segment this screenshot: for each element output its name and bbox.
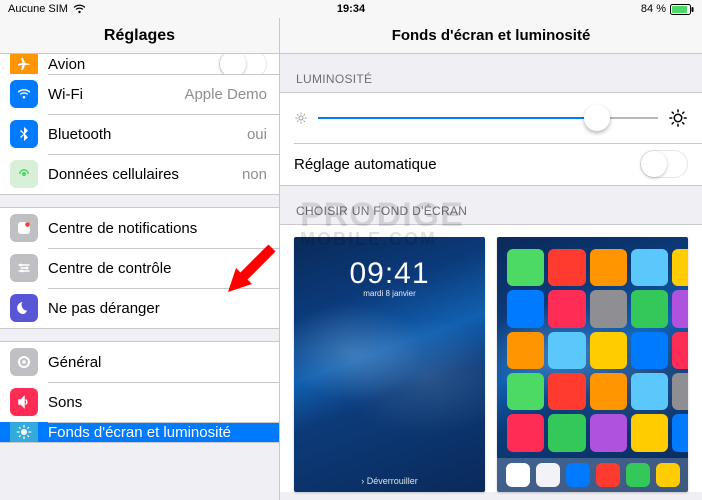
app-icon [672, 290, 688, 327]
app-icon [548, 290, 585, 327]
battery-icon [670, 4, 694, 15]
sidebar-item-dnd[interactable]: Ne pas déranger [0, 288, 279, 328]
sidebar-item-wallpaper[interactable]: Fonds d'écran et luminosité [0, 422, 279, 442]
sidebar-item-label: Avion [48, 56, 85, 73]
sidebar-item-value: oui [247, 126, 267, 143]
sidebar-item-airplane[interactable]: Avion [0, 54, 279, 74]
app-icon [590, 373, 627, 410]
wifi-icon [10, 80, 38, 108]
auto-brightness-row: Réglage automatique [280, 143, 702, 185]
airplane-toggle[interactable] [219, 54, 267, 74]
sidebar-item-label: Centre de contrôle [48, 260, 171, 277]
control-center-icon [10, 254, 38, 282]
sidebar-item-cellular[interactable]: Données cellulaires non [0, 154, 279, 194]
dock-app-icon [536, 463, 560, 487]
app-icon [672, 332, 688, 369]
app-icon [672, 414, 688, 451]
app-icon [672, 373, 688, 410]
status-bar: Aucune SIM 19:34 84 % [0, 0, 702, 18]
sidebar-item-notifications[interactable]: Centre de notifications [0, 208, 279, 248]
status-time: 19:34 [337, 3, 365, 15]
app-icon [631, 332, 668, 369]
airplane-icon [10, 54, 38, 74]
app-icon [548, 332, 585, 369]
settings-sidebar: Réglages Avion Wi-Fi Apple Demo [0, 18, 280, 500]
sidebar-item-label: Données cellulaires [48, 166, 179, 183]
sidebar-item-label: Centre de notifications [48, 220, 197, 237]
app-icon [507, 290, 544, 327]
dock-app-icon [596, 463, 620, 487]
auto-brightness-label: Réglage automatique [294, 156, 437, 173]
app-icon [507, 249, 544, 286]
sidebar-item-label: Bluetooth [48, 126, 111, 143]
carrier-text: Aucune SIM [8, 3, 68, 15]
brightness-icon [10, 422, 38, 442]
app-icon [507, 414, 544, 451]
app-icon [548, 249, 585, 286]
app-icon [631, 373, 668, 410]
moon-icon [10, 294, 38, 322]
app-icon [507, 373, 544, 410]
sidebar-item-label: Wi-Fi [48, 86, 83, 103]
detail-title: Fonds d'écran et luminosité [280, 18, 702, 54]
gear-icon [10, 348, 38, 376]
app-icon [590, 249, 627, 286]
brightness-slider-row [280, 93, 702, 143]
app-icon [631, 290, 668, 327]
app-icon [548, 414, 585, 451]
brightness-section-label: LUMINOSITÉ [280, 54, 702, 92]
sidebar-title: Réglages [0, 18, 279, 54]
slide-to-unlock: › Déverrouiller [294, 476, 485, 486]
sidebar-item-label: Ne pas déranger [48, 300, 160, 317]
sidebar-item-bluetooth[interactable]: Bluetooth oui [0, 114, 279, 154]
app-icon [631, 414, 668, 451]
dock-app-icon [506, 463, 530, 487]
speaker-icon [10, 388, 38, 416]
battery-pct: 84 % [641, 3, 666, 15]
wallpaper-home-preview[interactable] [497, 237, 688, 492]
lock-preview-time: 09:41 [294, 257, 485, 291]
sidebar-item-label: Fonds d'écran et luminosité [48, 424, 231, 441]
app-icon [631, 249, 668, 286]
app-icon [548, 373, 585, 410]
app-icon [590, 414, 627, 451]
lock-preview-date: mardi 8 janvier [294, 289, 485, 298]
wifi-icon [73, 4, 86, 14]
app-icon [507, 332, 544, 369]
slider-knob[interactable] [584, 105, 610, 131]
sun-small-icon [294, 111, 308, 125]
bluetooth-icon [10, 120, 38, 148]
app-icon [590, 332, 627, 369]
app-icon [590, 290, 627, 327]
sidebar-item-value: Apple Demo [184, 86, 267, 103]
sidebar-item-general[interactable]: Général [0, 342, 279, 382]
app-icon [672, 249, 688, 286]
sidebar-item-label: Général [48, 354, 101, 371]
dock-app-icon [656, 463, 680, 487]
sun-large-icon [668, 108, 688, 128]
sidebar-item-wifi[interactable]: Wi-Fi Apple Demo [0, 74, 279, 114]
auto-brightness-toggle[interactable] [640, 150, 688, 178]
wallpaper-lock-preview[interactable]: 09:41 mardi 8 janvier › Déverrouiller [294, 237, 485, 492]
notifications-icon [10, 214, 38, 242]
sidebar-item-label: Sons [48, 394, 82, 411]
choose-wallpaper-label: CHOISIR UN FOND D'ÉCRAN [280, 186, 702, 224]
antenna-icon [10, 160, 38, 188]
sidebar-item-value: non [242, 166, 267, 183]
dock-app-icon [626, 463, 650, 487]
dock-app-icon [566, 463, 590, 487]
sidebar-item-sounds[interactable]: Sons [0, 382, 279, 422]
detail-pane: Fonds d'écran et luminosité LUMINOSITÉ [280, 18, 702, 500]
brightness-slider[interactable] [318, 104, 658, 132]
sidebar-item-control-center[interactable]: Centre de contrôle [0, 248, 279, 288]
